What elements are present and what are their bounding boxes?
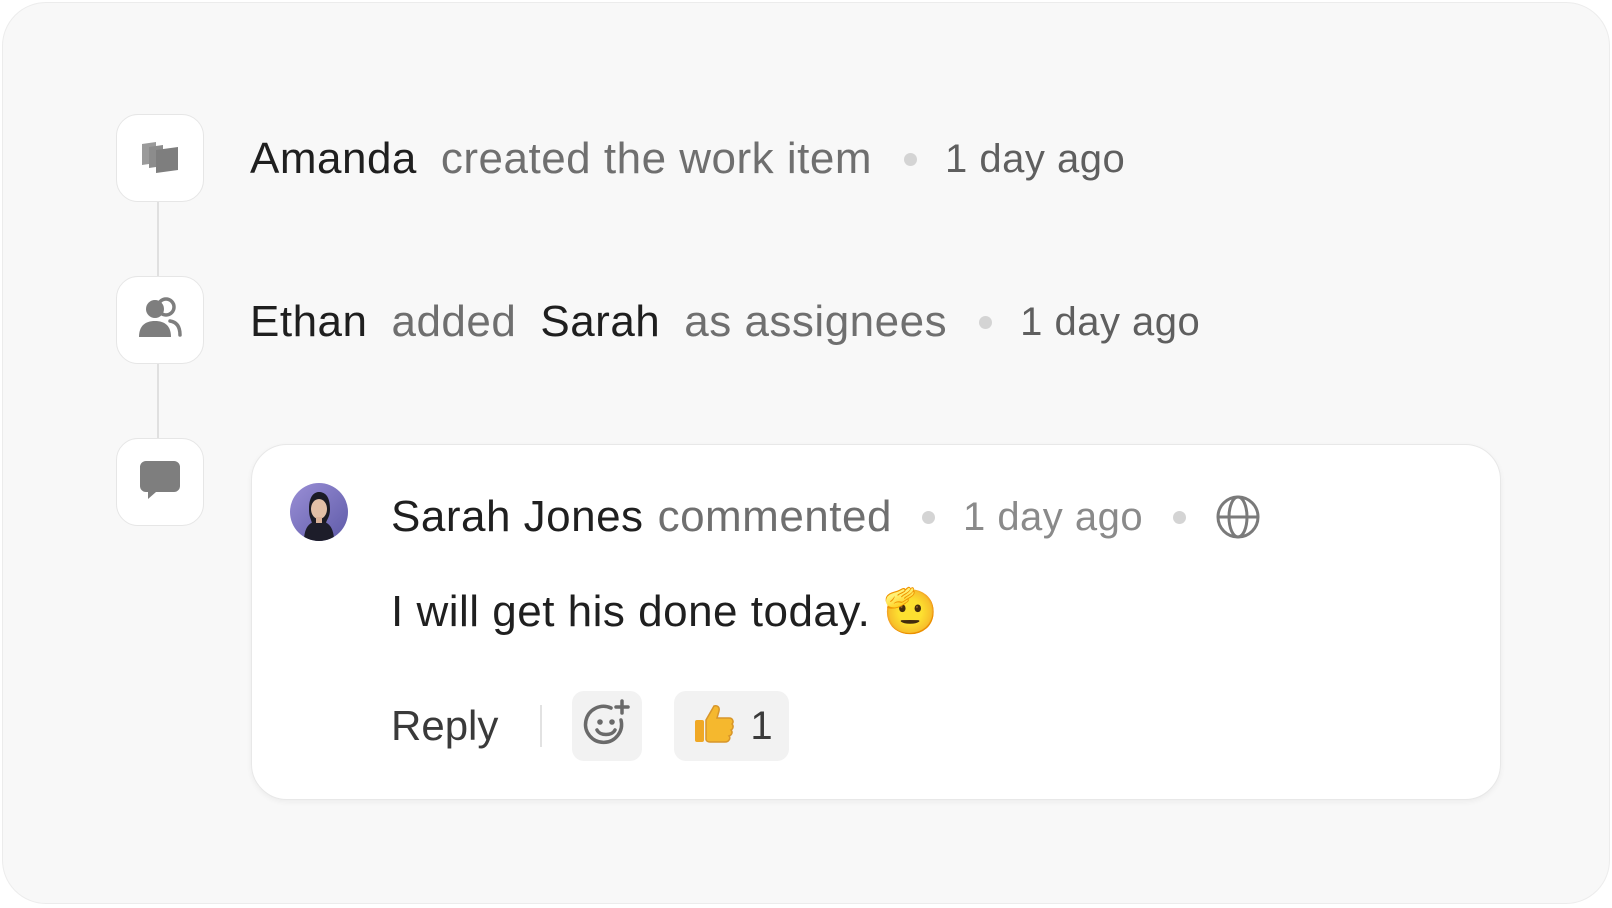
reaction-thumbs-up[interactable]: 1 bbox=[674, 691, 789, 761]
timestamp: 1 day ago bbox=[1020, 299, 1201, 344]
assignee-event-icon-box bbox=[116, 276, 204, 364]
separator-dot bbox=[904, 152, 918, 166]
separator-dot bbox=[979, 315, 993, 329]
globe-icon[interactable] bbox=[1214, 493, 1262, 541]
comment-action: commented bbox=[657, 492, 892, 541]
actor-name[interactable]: Amanda bbox=[250, 134, 417, 184]
timeline-connector bbox=[157, 364, 159, 438]
separator-dot bbox=[921, 510, 935, 524]
thumbs-up-icon bbox=[690, 700, 738, 753]
activity-created: Amanda created the work item 1 day ago bbox=[250, 129, 1125, 189]
add-emoji-icon bbox=[581, 698, 633, 755]
comment-icon bbox=[138, 458, 182, 507]
activity-action: created the work item bbox=[440, 134, 873, 183]
reaction-count: 1 bbox=[750, 703, 773, 748]
comment-header: Sarah Jones commented 1 day ago bbox=[391, 489, 1262, 545]
separator-dot bbox=[1173, 510, 1187, 524]
assignee-name[interactable]: Sarah bbox=[540, 297, 660, 347]
timestamp: 1 day ago bbox=[962, 494, 1144, 539]
add-reaction-button[interactable] bbox=[572, 691, 643, 761]
comment-actions: Reply 1 bbox=[391, 690, 789, 762]
users-icon bbox=[137, 295, 183, 346]
comment-card: Sarah Jones commented 1 day ago I will g… bbox=[251, 444, 1501, 800]
activity-panel: Amanda created the work item 1 day ago E… bbox=[2, 2, 1610, 904]
actor-name[interactable]: Ethan bbox=[250, 297, 367, 347]
work-item-event-icon-box bbox=[116, 114, 204, 202]
comment-event-icon-box bbox=[116, 438, 204, 526]
comment-author[interactable]: Sarah Jones bbox=[391, 492, 644, 542]
action-divider bbox=[540, 705, 543, 747]
activity-action-suffix: as assignees bbox=[684, 297, 948, 346]
timeline-connector bbox=[157, 202, 159, 276]
reply-button[interactable]: Reply bbox=[391, 702, 498, 750]
activity-action: added bbox=[391, 297, 517, 346]
comment-body: I will get his done today. 🫡 bbox=[391, 587, 939, 636]
activity-assigned: Ethan added Sarah as assignees 1 day ago bbox=[250, 292, 1200, 352]
timestamp: 1 day ago bbox=[945, 136, 1126, 181]
avatar[interactable] bbox=[290, 483, 348, 541]
work-item-icon bbox=[139, 135, 181, 182]
